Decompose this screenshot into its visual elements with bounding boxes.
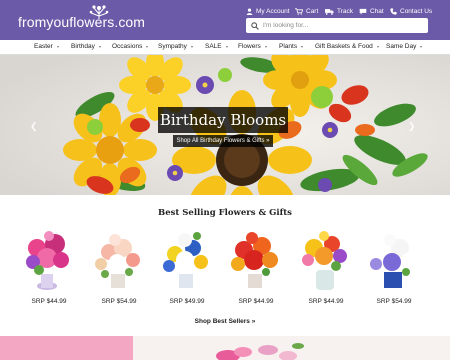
product-image xyxy=(95,234,140,288)
nav-item-plants[interactable]: Plants xyxy=(279,43,304,50)
search-box[interactable] xyxy=(246,18,428,33)
chevron-left-icon: ❮ xyxy=(30,121,38,131)
product-price: SRP $54.99 xyxy=(376,298,412,305)
product-image xyxy=(26,231,69,290)
contact-us-label: Contact Us xyxy=(400,7,433,15)
phone-icon xyxy=(390,7,397,15)
product-card[interactable]: SRP $54.99 xyxy=(363,228,425,310)
chevron-down-icon xyxy=(225,45,228,48)
contact-us-link[interactable]: Contact Us xyxy=(390,5,432,17)
logo-suffix: .com xyxy=(114,14,146,30)
nav-label: SALE xyxy=(205,43,222,50)
cart-link[interactable]: Cart xyxy=(295,5,318,17)
nav-item-same-day[interactable]: Same Day xyxy=(386,43,423,50)
product-image xyxy=(302,231,347,290)
truck-icon xyxy=(325,8,334,15)
chevron-down-icon xyxy=(376,45,379,48)
chevron-right-icon: ❯ xyxy=(408,121,416,131)
hero-next-arrow[interactable]: ❯ xyxy=(408,121,416,132)
logo-flower-icon xyxy=(89,5,109,19)
cart-icon xyxy=(295,7,303,15)
product-price: SRP $44.99 xyxy=(308,298,344,305)
nav-label: Plants xyxy=(279,43,298,50)
nav-label: Same Day xyxy=(386,43,417,50)
product-card[interactable]: SRP $54.99 xyxy=(88,228,150,310)
chevron-down-icon xyxy=(98,45,101,48)
nav-label: Easter xyxy=(34,43,53,50)
chevron-down-icon xyxy=(146,45,149,48)
chat-label: Chat xyxy=(370,7,384,15)
main-nav: Easter Birthday Occasions Sympathy SALE … xyxy=(0,40,450,55)
site-logo[interactable]: fromyouflowers.com xyxy=(18,14,145,30)
nav-label: Sympathy xyxy=(158,43,187,50)
chevron-down-icon xyxy=(301,45,304,48)
cart-label: Cart xyxy=(306,7,319,15)
promo-banner-photo[interactable] xyxy=(133,336,450,360)
nav-label: Gift Baskets & Food xyxy=(315,43,373,50)
my-account-label: My Account xyxy=(256,7,290,15)
user-icon xyxy=(246,7,253,15)
product-card[interactable]: SRP $49.99 xyxy=(156,228,218,310)
best-sellers-title: Best Selling Flowers & Gifts xyxy=(158,208,292,218)
chat-link[interactable]: Chat xyxy=(359,5,384,17)
track-label: Track xyxy=(337,7,354,15)
product-price: SRP $54.99 xyxy=(101,298,137,305)
product-price: SRP $44.99 xyxy=(31,298,67,305)
nav-label: Occasions xyxy=(112,43,143,50)
product-price: SRP $44.99 xyxy=(238,298,274,305)
chevron-down-icon xyxy=(420,45,423,48)
promo-banner-pink[interactable] xyxy=(0,336,133,360)
chat-icon xyxy=(359,8,367,14)
nav-item-sympathy[interactable]: Sympathy xyxy=(158,43,193,50)
hero-shop-button[interactable]: Shop All Birthday Flowers & Gifts » xyxy=(173,135,273,147)
chevron-down-icon xyxy=(264,45,267,48)
hero-prev-arrow[interactable]: ❮ xyxy=(30,121,38,132)
search-input[interactable] xyxy=(263,22,413,29)
nav-label: Flowers xyxy=(238,43,261,50)
my-account-link[interactable]: My Account xyxy=(246,5,290,17)
product-card[interactable]: SRP $44.99 xyxy=(225,228,287,310)
track-link[interactable]: Track xyxy=(325,5,353,17)
nav-item-gift-baskets[interactable]: Gift Baskets & Food xyxy=(315,43,379,50)
nav-item-easter[interactable]: Easter xyxy=(34,43,59,50)
nav-item-occasions[interactable]: Occasions xyxy=(112,43,149,50)
nav-item-flowers[interactable]: Flowers xyxy=(238,43,267,50)
product-price: SRP $49.99 xyxy=(169,298,205,305)
product-card[interactable]: SRP $44.99 xyxy=(295,228,357,310)
product-image xyxy=(163,232,208,288)
nav-item-birthday[interactable]: Birthday xyxy=(71,43,101,50)
hero-title: Birthday Blooms xyxy=(158,107,288,133)
shop-best-sellers-link[interactable]: Shop Best Sellers » xyxy=(0,318,450,325)
chevron-down-icon xyxy=(56,45,59,48)
nav-item-sale[interactable]: SALE xyxy=(205,43,228,50)
product-image xyxy=(231,232,278,288)
search-icon[interactable] xyxy=(251,21,259,30)
chevron-down-icon xyxy=(190,45,193,48)
product-image xyxy=(370,234,415,288)
site-header: fromyouflowers.com My Account Cart Track… xyxy=(0,0,450,40)
promo-flowers-image xyxy=(216,343,304,360)
nav-label: Birthday xyxy=(71,43,95,50)
product-card[interactable]: SRP $44.99 xyxy=(18,228,80,310)
